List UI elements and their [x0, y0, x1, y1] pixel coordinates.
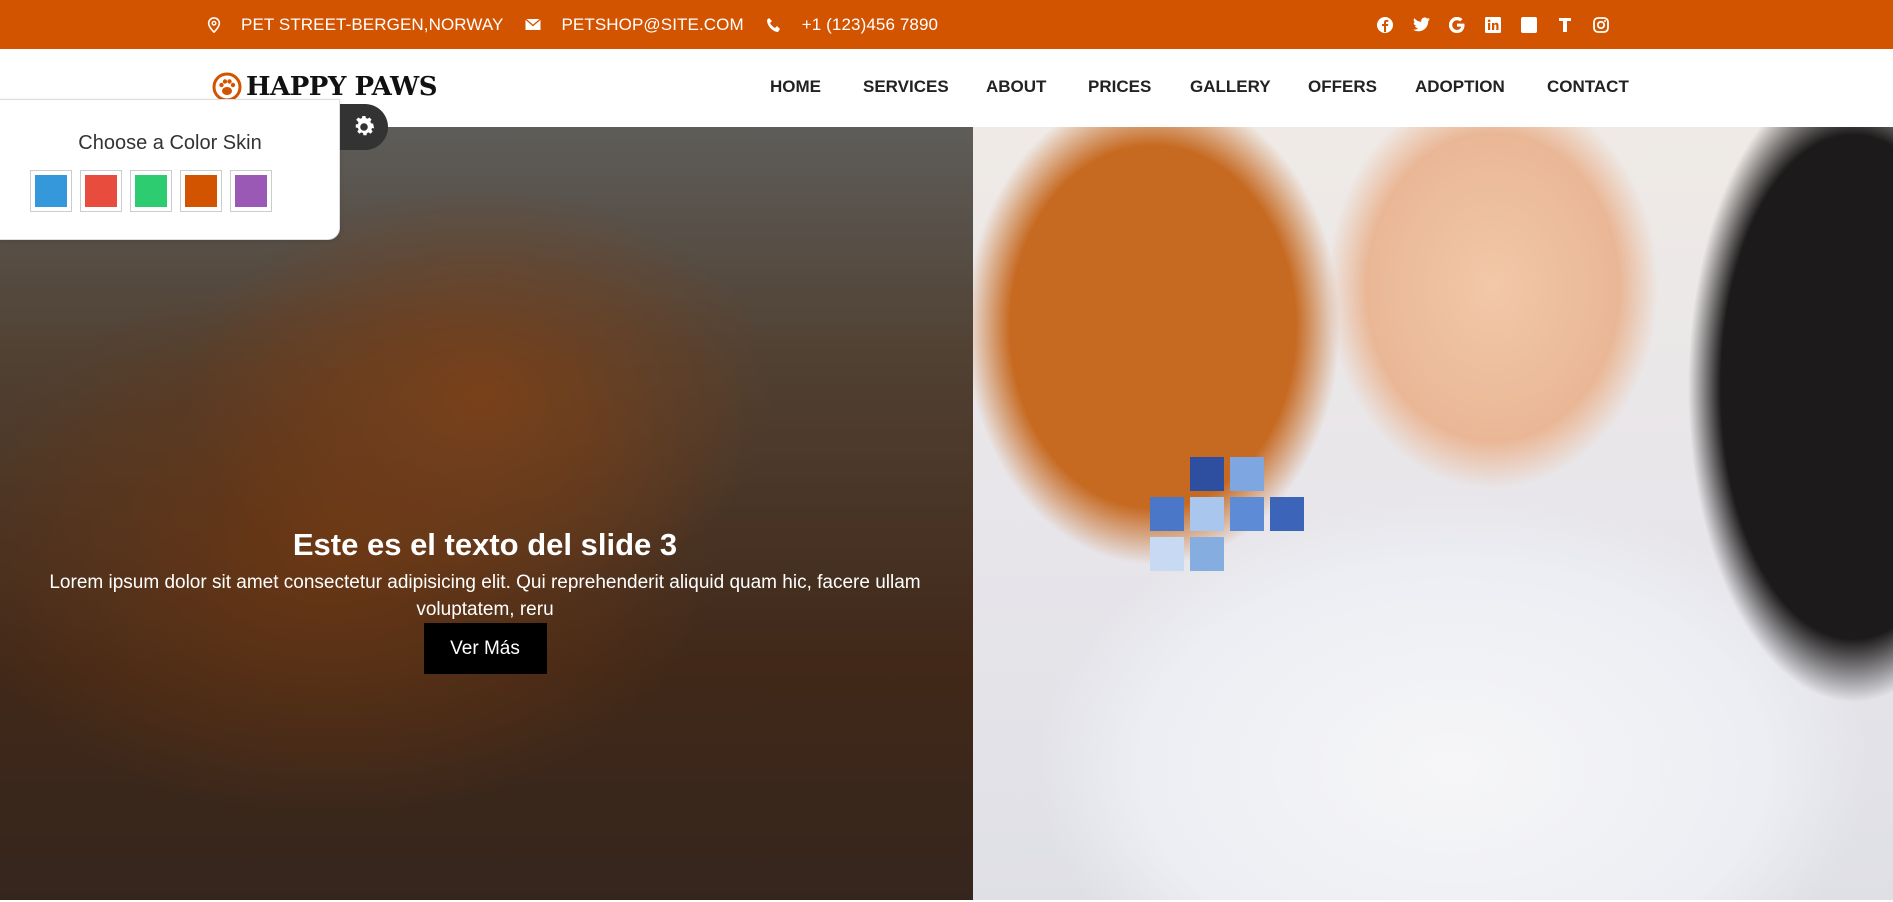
- nav-offers[interactable]: OFFERS: [1308, 77, 1377, 97]
- skin-toggle-button[interactable]: [340, 104, 388, 150]
- nav-adoption[interactable]: ADOPTION: [1415, 77, 1505, 97]
- nav-home[interactable]: HOME: [770, 77, 821, 97]
- location-pin-icon: [207, 16, 221, 33]
- twitter-icon[interactable]: [1412, 16, 1430, 34]
- nav-contact[interactable]: CONTACT: [1547, 77, 1629, 97]
- phone-text[interactable]: +1 (123)456 7890: [802, 15, 938, 35]
- hero-vet-image: [973, 127, 1893, 900]
- color-skin-title: Choose a Color Skin: [78, 132, 262, 154]
- skin-swatch-green[interactable]: [130, 170, 172, 212]
- linkedin-icon[interactable]: [1484, 16, 1502, 34]
- nav-services[interactable]: SERVICES: [863, 77, 949, 97]
- gear-icon: [355, 115, 375, 136]
- slide-text: Lorem ipsum dolor sit amet consectetur a…: [49, 572, 921, 620]
- slide-caption: Este es el texto del slide 3 Lorem ipsum…: [0, 525, 970, 674]
- nav-prices[interactable]: PRICES: [1088, 77, 1151, 97]
- facebook-icon[interactable]: [1376, 16, 1394, 34]
- color-skin-panel: Choose a Color Skin: [0, 99, 340, 240]
- top-contact-bar: PET STREET-BERGEN,NORWAY PETSHOP@SITE.CO…: [0, 0, 1893, 49]
- skin-swatch-purple[interactable]: [230, 170, 272, 212]
- address-text: PET STREET-BERGEN,NORWAY: [241, 14, 504, 34]
- slide-title: Este es el texto del slide 3: [292, 527, 678, 562]
- contact-info: PET STREET-BERGEN,NORWAY PETSHOP@SITE.CO…: [207, 0, 960, 49]
- hero-slider: Este es el texto del slide 3 Lorem ipsum…: [0, 127, 1893, 900]
- nav-about[interactable]: ABOUT: [986, 77, 1046, 97]
- skin-swatch-orange[interactable]: [180, 170, 222, 212]
- background-tiles: [1150, 457, 1370, 597]
- color-swatches: [30, 170, 280, 212]
- hero-dog-image: [0, 127, 973, 900]
- social-links: [1376, 0, 1628, 49]
- google-icon[interactable]: [1448, 16, 1466, 34]
- envelope-icon: [525, 18, 542, 30]
- square-icon[interactable]: [1520, 16, 1538, 34]
- address-item: PET STREET-BERGEN,NORWAY: [207, 15, 503, 35]
- skin-swatch-red[interactable]: [80, 170, 122, 212]
- phone-icon: [766, 17, 780, 32]
- phone-item[interactable]: +1 (123)456 7890: [766, 15, 938, 35]
- ver-mas-button[interactable]: Ver Más: [423, 623, 547, 674]
- email-text[interactable]: PETSHOP@SITE.COM: [561, 15, 743, 35]
- email-item[interactable]: PETSHOP@SITE.COM: [525, 15, 744, 35]
- text-icon[interactable]: [1556, 16, 1574, 34]
- nav-gallery[interactable]: GALLERY: [1190, 77, 1271, 97]
- instagram-icon[interactable]: [1592, 16, 1610, 34]
- skin-swatch-blue[interactable]: [30, 170, 72, 212]
